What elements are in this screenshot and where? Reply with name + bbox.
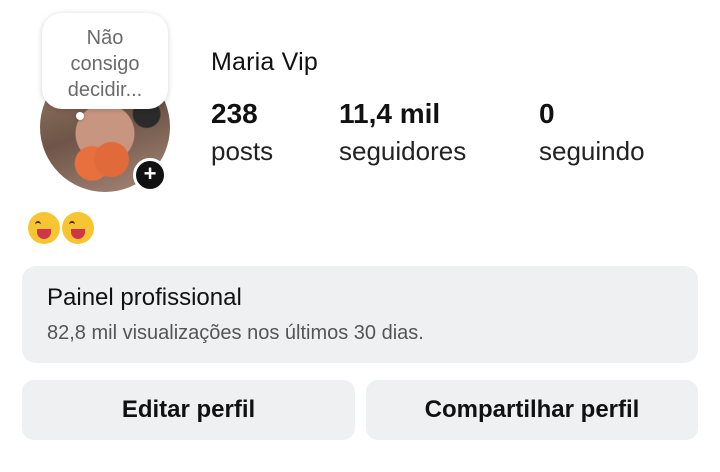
bio [28, 210, 96, 244]
edit-profile-button[interactable]: Editar perfil [22, 380, 355, 440]
note-bubble[interactable]: Não consigo decidir... [42, 13, 168, 109]
tongue-wink-emoji-icon [28, 211, 60, 244]
note-line: Não [86, 27, 124, 49]
profile-name: Maria Vip [211, 48, 318, 76]
posts-label: posts [211, 136, 274, 166]
add-story-icon[interactable]: + [133, 158, 167, 192]
stat-followers[interactable]: 11,4 mil seguidores [339, 98, 466, 167]
following-label: seguindo [539, 136, 645, 166]
posts-count: 238 [211, 98, 258, 129]
share-profile-button[interactable]: Compartilhar perfil [366, 380, 698, 440]
following-count: 0 [539, 98, 555, 129]
followers-count: 11,4 mil [339, 98, 441, 129]
note-line: decidir... [67, 79, 143, 101]
dashboard-title: Painel profissional [47, 284, 242, 311]
note-line: consigo [70, 53, 140, 75]
stat-posts[interactable]: 238 posts [211, 98, 273, 167]
stat-following[interactable]: 0 seguindo [539, 98, 645, 167]
note-bubble-tail [76, 112, 84, 120]
dashboard-subtitle: 82,8 mil visualizações nos últimos 30 di… [47, 322, 424, 344]
followers-label: seguidores [339, 136, 467, 166]
tongue-wink-emoji-icon [62, 211, 94, 244]
professional-dashboard[interactable]: Painel profissional 82,8 mil visualizaçõ… [22, 266, 698, 363]
